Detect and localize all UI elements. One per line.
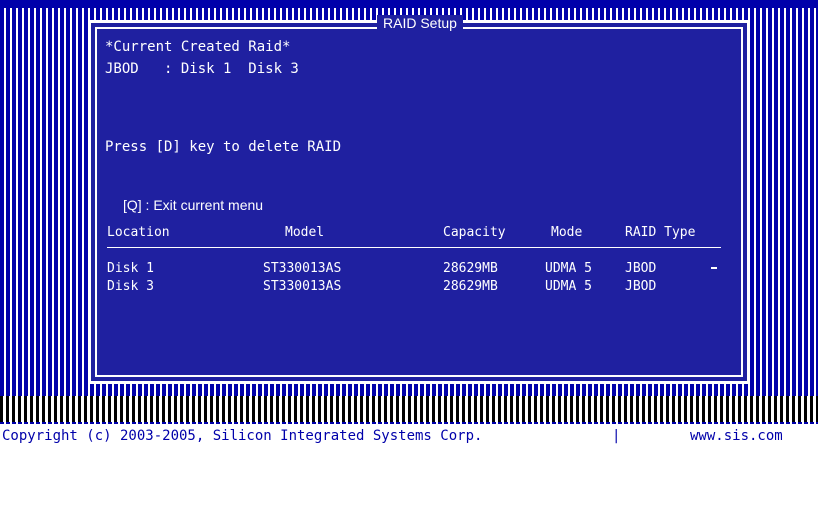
header-location: Location: [107, 225, 170, 240]
text-cursor: [711, 267, 717, 269]
dialog-title: RAID Setup: [377, 15, 463, 31]
raid-setup-dialog: RAID Setup *Current Created Raid* JBOD :…: [88, 15, 750, 384]
cell-mode: UDMA 5: [545, 261, 592, 276]
cell-mode: UDMA 5: [545, 279, 592, 294]
exit-hint: [Q] : Exit current menu: [123, 197, 264, 213]
cell-model: ST330013AS: [263, 261, 342, 276]
cell-raid-type: JBOD: [625, 279, 657, 294]
created-raid-summary: JBOD : Disk 1 Disk 3: [105, 61, 299, 77]
cell-capacity: 28629MB: [443, 261, 498, 276]
top-bar: [0, 0, 818, 8]
cell-location: Disk 3: [107, 279, 154, 294]
cell-location: Disk 1: [107, 261, 154, 276]
header-mode: Mode: [551, 225, 583, 240]
cell-model: ST330013AS: [263, 279, 342, 294]
delete-hint: Press [D] key to delete RAID: [105, 139, 342, 155]
table-divider: [107, 247, 721, 248]
copyright-text: Copyright (c) 2003-2005, Silicon Integra…: [2, 428, 483, 444]
header-model: Model: [285, 225, 325, 240]
header-raid-type: RAID Type: [625, 225, 696, 240]
table-header: Location Model Capacity Mode RAID Type: [97, 225, 741, 243]
footer-separator: |: [612, 428, 621, 444]
footer-bar: Copyright (c) 2003-2005, Silicon Integra…: [0, 424, 818, 448]
dialog-inner-border: RAID Setup *Current Created Raid* JBOD :…: [95, 15, 743, 377]
website-text: www.sis.com: [690, 428, 783, 444]
header-capacity: Capacity: [443, 225, 506, 240]
section-header: *Current Created Raid*: [105, 39, 291, 55]
bottom-striped-band: [0, 396, 818, 422]
cell-capacity: 28629MB: [443, 279, 498, 294]
cell-raid-type: JBOD: [625, 261, 657, 276]
table-row[interactable]: Disk 3 ST330013AS 28629MB UDMA 5 JBOD: [97, 279, 741, 297]
table-row[interactable]: Disk 1 ST330013AS 28629MB UDMA 5 JBOD: [97, 261, 741, 279]
